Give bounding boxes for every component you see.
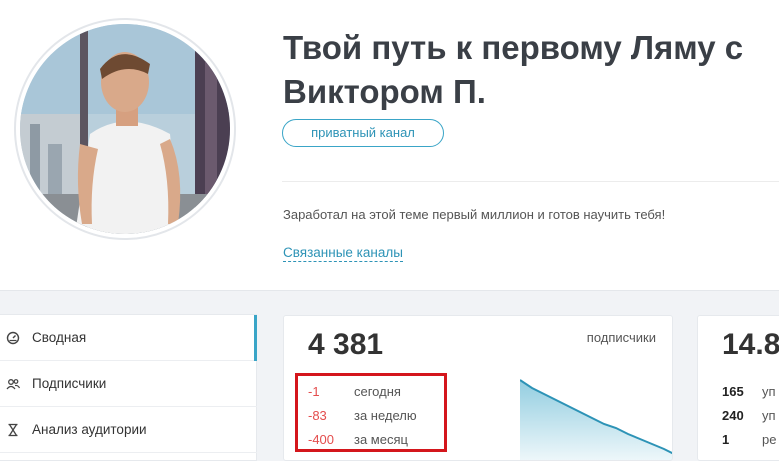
stats-row: 1 ре bbox=[722, 432, 776, 447]
avatar[interactable] bbox=[20, 24, 230, 234]
subscribers-count: 4 381 bbox=[308, 328, 384, 361]
subscribers-card: 4 381 подписчики -1 сегодня -83 за недел… bbox=[283, 315, 673, 461]
header-divider bbox=[282, 181, 779, 182]
stats-row-value: 1 bbox=[722, 432, 730, 447]
sidebar-item-label: Подписчики bbox=[32, 376, 107, 391]
private-channel-badge[interactable]: приватный канал bbox=[282, 119, 444, 147]
stats-row-label: уп bbox=[762, 408, 776, 423]
delta-label: сегодня bbox=[354, 384, 401, 399]
delta-value: -83 bbox=[308, 408, 327, 423]
sidebar-item-audience-analysis[interactable]: Анализ аудитории bbox=[0, 407, 257, 453]
stats-card: 14.8 165 уп 240 уп 1 ре bbox=[697, 315, 779, 461]
sidebar-item-subscribers[interactable]: Подписчики bbox=[0, 361, 257, 407]
stats-row: 240 уп bbox=[722, 408, 776, 423]
stats-row-value: 240 bbox=[722, 408, 744, 423]
stats-row-label: уп bbox=[762, 384, 776, 399]
avatar-image bbox=[20, 24, 230, 234]
channel-title-line-1: Твой путь к первому Ляму с bbox=[283, 29, 744, 66]
delta-label: за неделю bbox=[354, 408, 417, 423]
subscribers-sparkline bbox=[520, 379, 672, 460]
stats-card-value: 14.8 bbox=[722, 328, 779, 361]
stats-row-label: ре bbox=[762, 432, 777, 447]
users-icon bbox=[6, 377, 21, 391]
stats-row: 165 уп bbox=[722, 384, 776, 399]
subscribers-card-label: подписчики bbox=[586, 330, 656, 345]
sidebar-item-label: Анализ аудитории bbox=[32, 422, 147, 437]
channel-title: Твой путь к первому Ляму с Виктором П. bbox=[283, 26, 779, 114]
sidebar-item-summary[interactable]: Сводная bbox=[0, 315, 257, 361]
delta-label: за месяц bbox=[354, 432, 408, 447]
channel-title-line-2: Виктором П. bbox=[283, 73, 486, 110]
hourglass-icon bbox=[6, 423, 20, 437]
channel-header: Твой путь к первому Ляму с Виктором П. п… bbox=[0, 0, 779, 290]
delta-value: -400 bbox=[308, 432, 335, 447]
related-channels-link[interactable]: Связанные каналы bbox=[283, 245, 403, 262]
avatar-frame bbox=[14, 18, 236, 240]
dashboard-icon bbox=[6, 331, 20, 345]
sidebar-item-label: Сводная bbox=[32, 330, 87, 345]
delta-value: -1 bbox=[308, 384, 320, 399]
channel-description: Заработал на этой теме первый миллион и … bbox=[283, 207, 666, 222]
sidebar: Сводная Подписчики Анализ аудитории bbox=[0, 314, 257, 461]
stats-row-value: 165 bbox=[722, 384, 744, 399]
